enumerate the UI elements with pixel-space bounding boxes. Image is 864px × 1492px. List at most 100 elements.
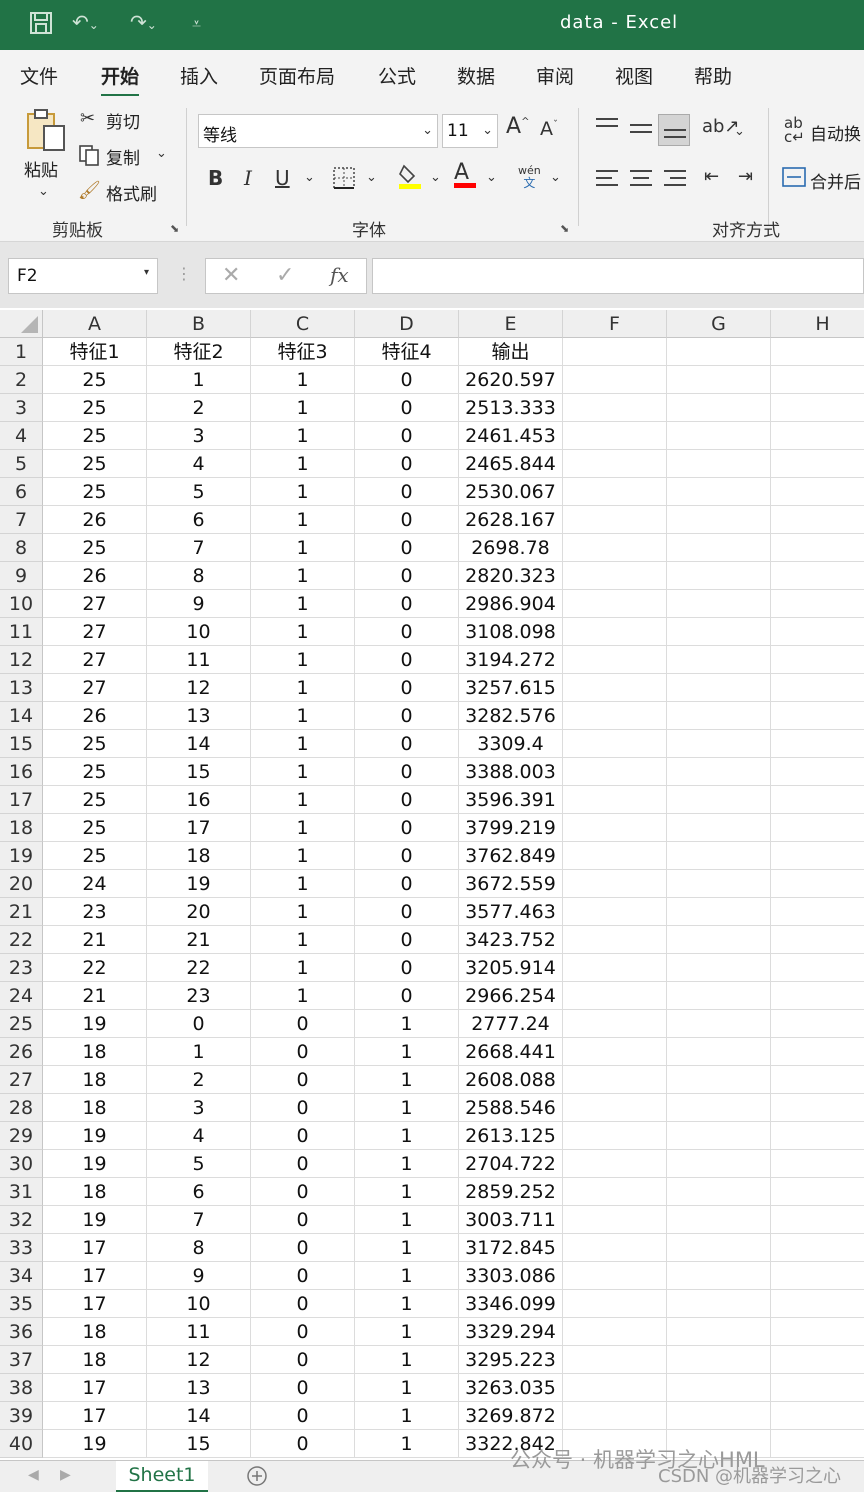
table-cell[interactable]: 0 bbox=[355, 590, 459, 618]
table-cell[interactable]: 2966.254 bbox=[459, 982, 563, 1010]
row-header[interactable]: 10 bbox=[0, 590, 43, 618]
row-header[interactable]: 2 bbox=[0, 366, 43, 394]
font-name-combo[interactable]: 等线 ⌄ bbox=[198, 114, 438, 148]
table-cell[interactable]: 25 bbox=[43, 730, 147, 758]
copy-dropdown-icon[interactable]: ⌄ bbox=[156, 146, 167, 161]
row-header[interactable]: 24 bbox=[0, 982, 43, 1010]
table-cell[interactable]: 2513.333 bbox=[459, 394, 563, 422]
table-cell[interactable]: 2698.78 bbox=[459, 534, 563, 562]
table-cell[interactable]: 1 bbox=[355, 1122, 459, 1150]
table-cell[interactable]: 2620.597 bbox=[459, 366, 563, 394]
table-cell[interactable]: 1 bbox=[355, 1066, 459, 1094]
table-cell[interactable] bbox=[563, 674, 667, 702]
table-cell[interactable]: 3263.035 bbox=[459, 1374, 563, 1402]
table-cell[interactable] bbox=[563, 870, 667, 898]
table-cell[interactable] bbox=[667, 1150, 771, 1178]
table-cell[interactable]: 21 bbox=[147, 926, 251, 954]
tab-review[interactable]: 审阅 bbox=[536, 62, 574, 89]
chevron-down-icon[interactable]: ⌄ bbox=[482, 123, 493, 138]
table-cell[interactable] bbox=[667, 702, 771, 730]
table-cell[interactable]: 13 bbox=[147, 1374, 251, 1402]
table-cell[interactable] bbox=[667, 870, 771, 898]
table-cell[interactable] bbox=[667, 1402, 771, 1430]
table-cell[interactable]: 18 bbox=[43, 1318, 147, 1346]
table-cell[interactable]: 3388.003 bbox=[459, 758, 563, 786]
table-cell[interactable]: 17 bbox=[43, 1402, 147, 1430]
chevron-down-icon[interactable]: ⌄ bbox=[422, 123, 433, 138]
header-cell[interactable]: 特征1 bbox=[43, 338, 147, 366]
table-cell[interactable] bbox=[563, 1094, 667, 1122]
table-cell[interactable] bbox=[667, 366, 771, 394]
table-cell[interactable] bbox=[667, 1346, 771, 1374]
table-cell[interactable] bbox=[667, 730, 771, 758]
table-cell[interactable]: 25 bbox=[43, 842, 147, 870]
table-cell[interactable]: 0 bbox=[251, 1010, 355, 1038]
table-cell[interactable] bbox=[771, 1430, 864, 1458]
table-cell[interactable]: 18 bbox=[43, 1038, 147, 1066]
table-cell[interactable]: 5 bbox=[147, 1150, 251, 1178]
table-cell[interactable]: 0 bbox=[355, 506, 459, 534]
phonetic-dropdown-icon[interactable]: ⌄ bbox=[550, 170, 561, 185]
table-cell[interactable]: 1 bbox=[251, 842, 355, 870]
table-cell[interactable]: 0 bbox=[251, 1122, 355, 1150]
row-header[interactable]: 30 bbox=[0, 1150, 43, 1178]
table-cell[interactable] bbox=[771, 1374, 864, 1402]
table-cell[interactable]: 25 bbox=[43, 534, 147, 562]
table-cell[interactable]: 2465.844 bbox=[459, 450, 563, 478]
table-cell[interactable]: 0 bbox=[355, 534, 459, 562]
row-header[interactable]: 28 bbox=[0, 1094, 43, 1122]
wrap-text-button[interactable]: 自动换 bbox=[810, 120, 861, 145]
table-cell[interactable]: 0 bbox=[147, 1010, 251, 1038]
table-cell[interactable]: 6 bbox=[147, 1178, 251, 1206]
row-header[interactable]: 15 bbox=[0, 730, 43, 758]
table-cell[interactable] bbox=[771, 590, 864, 618]
table-cell[interactable]: 25 bbox=[43, 422, 147, 450]
table-cell[interactable] bbox=[563, 1010, 667, 1038]
row-header[interactable]: 21 bbox=[0, 898, 43, 926]
table-cell[interactable]: 1 bbox=[251, 954, 355, 982]
table-cell[interactable]: 1 bbox=[355, 1038, 459, 1066]
save-icon[interactable] bbox=[28, 10, 54, 41]
decrease-font-size-icon[interactable]: Aˇ bbox=[540, 118, 558, 140]
table-cell[interactable]: 1 bbox=[355, 1374, 459, 1402]
table-cell[interactable]: 19 bbox=[43, 1150, 147, 1178]
table-cell[interactable]: 26 bbox=[43, 562, 147, 590]
table-cell[interactable] bbox=[771, 730, 864, 758]
orientation-dropdown-icon[interactable]: ⌄ bbox=[734, 124, 745, 139]
table-cell[interactable]: 4 bbox=[147, 450, 251, 478]
table-cell[interactable] bbox=[771, 394, 864, 422]
borders-dropdown-icon[interactable]: ⌄ bbox=[366, 170, 377, 185]
table-cell[interactable] bbox=[563, 590, 667, 618]
phonetic-guide-icon[interactable]: wén 文 bbox=[518, 164, 541, 190]
row-header[interactable]: 6 bbox=[0, 478, 43, 506]
table-cell[interactable] bbox=[667, 1234, 771, 1262]
row-header[interactable]: 26 bbox=[0, 1038, 43, 1066]
table-cell[interactable]: 1 bbox=[251, 982, 355, 1010]
table-cell[interactable] bbox=[667, 618, 771, 646]
table-cell[interactable]: 2859.252 bbox=[459, 1178, 563, 1206]
column-header[interactable]: G bbox=[667, 310, 771, 338]
table-cell[interactable]: 1 bbox=[251, 618, 355, 646]
table-cell[interactable]: 0 bbox=[355, 786, 459, 814]
table-cell[interactable]: 27 bbox=[43, 618, 147, 646]
table-cell[interactable] bbox=[771, 1150, 864, 1178]
table-cell[interactable] bbox=[771, 1178, 864, 1206]
table-cell[interactable]: 16 bbox=[147, 786, 251, 814]
table-cell[interactable]: 1 bbox=[251, 506, 355, 534]
table-cell[interactable]: 1 bbox=[251, 926, 355, 954]
table-cell[interactable] bbox=[667, 478, 771, 506]
row-header[interactable]: 9 bbox=[0, 562, 43, 590]
table-cell[interactable]: 2777.24 bbox=[459, 1010, 563, 1038]
table-cell[interactable] bbox=[667, 898, 771, 926]
table-cell[interactable] bbox=[563, 1318, 667, 1346]
align-top-icon[interactable] bbox=[596, 118, 618, 139]
table-cell[interactable] bbox=[771, 842, 864, 870]
paste-dropdown-icon[interactable]: ⌄ bbox=[38, 184, 49, 199]
table-cell[interactable] bbox=[563, 618, 667, 646]
table-cell[interactable]: 1 bbox=[355, 1402, 459, 1430]
align-bottom-button[interactable] bbox=[658, 114, 690, 146]
table-cell[interactable]: 27 bbox=[43, 590, 147, 618]
row-header[interactable]: 32 bbox=[0, 1206, 43, 1234]
table-cell[interactable]: 0 bbox=[251, 1374, 355, 1402]
table-cell[interactable] bbox=[771, 1290, 864, 1318]
